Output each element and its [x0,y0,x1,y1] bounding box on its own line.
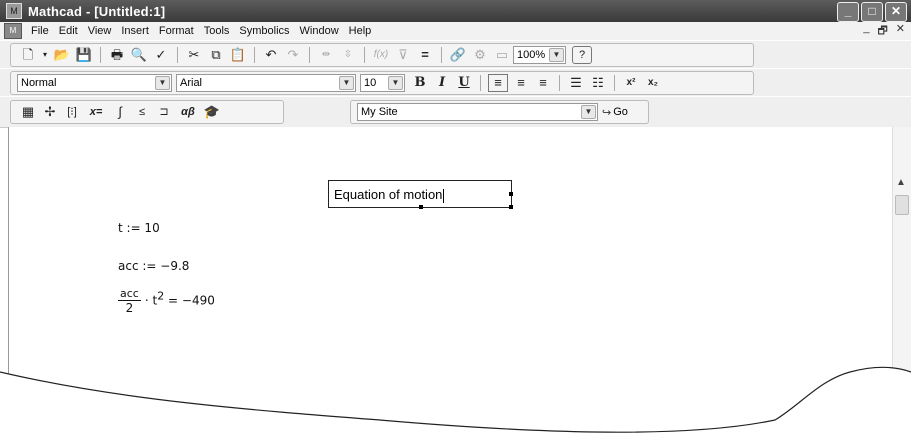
mathcad-window: M Mathcad - [Untitled:1] _ □ ✕ M File Ed… [0,0,911,441]
torn-edge-decoration [0,366,911,441]
